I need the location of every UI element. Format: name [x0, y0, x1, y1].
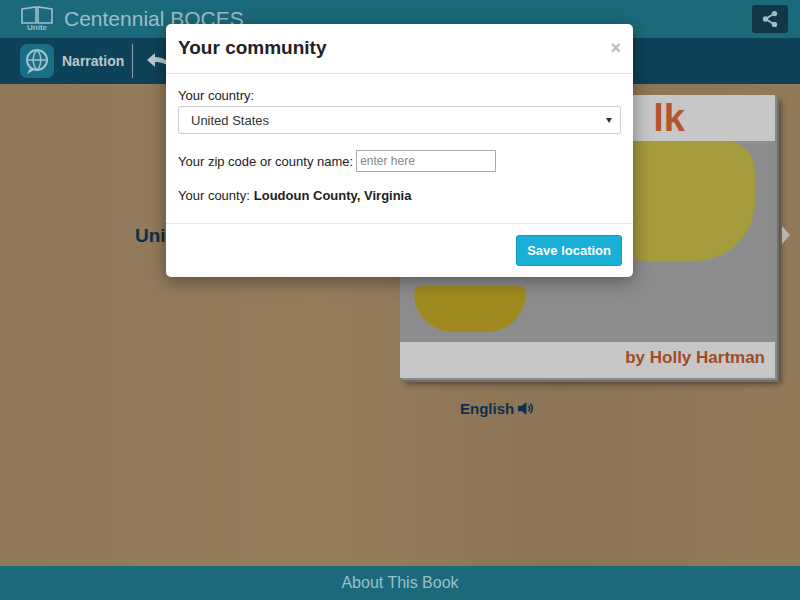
share-icon — [761, 10, 779, 28]
county-value: Loudoun County, Virginia — [254, 188, 412, 203]
community-dialog: Your community × Your country: United State… — [166, 24, 633, 277]
narration-label: Narration — [62, 53, 124, 69]
about-book-link[interactable]: About This Book — [341, 574, 458, 592]
county-line: Your county:Loudoun County, Virginia — [178, 188, 621, 203]
share-button[interactable] — [752, 5, 788, 33]
language-label: English — [460, 400, 514, 417]
logo[interactable]: Unite — [20, 6, 54, 32]
country-label: Your country: — [178, 88, 621, 103]
toolbar-divider — [132, 44, 133, 78]
next-page-icon[interactable] — [781, 225, 791, 245]
logo-text: Unite — [27, 24, 47, 32]
page: UniteCentennial BOCESNarrationUnitlkby H… — [0, 0, 800, 600]
zip-input[interactable] — [356, 150, 496, 172]
language-button[interactable]: English — [460, 400, 775, 417]
footer-bar: About This Book — [0, 566, 800, 600]
narration-icon — [20, 44, 54, 78]
zip-label: Your zip code or county name: — [178, 154, 353, 169]
country-select[interactable]: United States — [178, 106, 621, 134]
save-location-button[interactable]: Save location — [516, 235, 622, 266]
dropdown-icon — [606, 118, 612, 123]
narration-button[interactable]: Narration — [20, 44, 124, 78]
dialog-title: Your community — [178, 37, 327, 59]
cover-author: by Holly Hartman — [400, 342, 775, 378]
book-icon — [20, 6, 54, 24]
close-button[interactable]: × — [610, 38, 621, 59]
speaker-icon — [517, 400, 536, 417]
